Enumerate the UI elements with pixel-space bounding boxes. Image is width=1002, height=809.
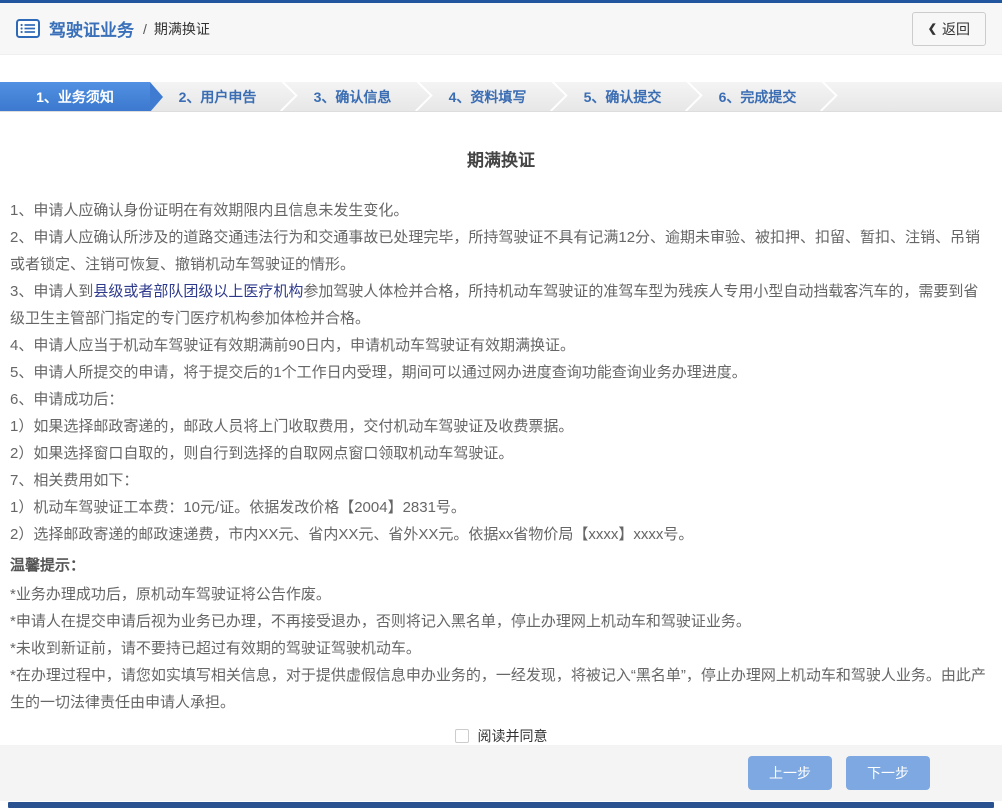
breadcrumb-separator: / — [143, 20, 147, 37]
step-tab-5[interactable]: 5、确认提交 — [555, 82, 690, 111]
notice-line: 2）如果选择窗口自取的，则自行到选择的自取网点窗口领取机动车驾驶证。 — [10, 445, 514, 462]
notice-line: 1、申请人应确认身份证明在有效期限内且信息未发生变化。 — [10, 202, 409, 219]
tip-line: *申请人在提交申请后视为业务已办理，不再接受退办，否则将记入黑名单，停止办理网上… — [10, 613, 751, 630]
step-tab-4[interactable]: 4、资料填写 — [420, 82, 555, 111]
prev-step-button[interactable]: 上一步 — [748, 756, 832, 790]
list-icon — [16, 19, 40, 38]
step-bar-filler — [825, 82, 1002, 111]
notice-paragraphs: 1、申请人应确认身份证明在有效期限内且信息未发生变化。 2、申请人应确认所涉及的道… — [10, 197, 992, 548]
agree-label: 阅读并同意 — [477, 728, 548, 744]
page-title: 期满换证 — [467, 151, 535, 170]
breadcrumb-page: 期满换证 — [153, 20, 210, 37]
footer-action-bar: 上一步 下一步 — [0, 745, 1002, 801]
bottom-accent-bar — [8, 802, 994, 808]
chevron-left-icon: ❮ — [927, 23, 937, 35]
medical-org-link[interactable]: 县级或者部队团级以上医疗机构 — [93, 283, 303, 300]
agreement-row: 阅读并同意 — [10, 726, 992, 746]
step-progress-bar: 1、业务须知 2、用户申告 3、确认信息 4、资料填写 5、确认提交 6、完成提交 — [0, 82, 1002, 112]
notice-line: 5、申请人所提交的申请，将于提交后的1个工作日内受理，期间可以通过网办进度查询功… — [10, 364, 747, 381]
notice-line: 1）如果选择邮政寄递的，邮政人员将上门收取费用，交付机动车驾驶证及收费票据。 — [10, 418, 574, 435]
next-step-button[interactable]: 下一步 — [846, 756, 930, 790]
step-tab-3[interactable]: 3、确认信息 — [285, 82, 420, 111]
tip-line: *在办理过程中，请您如实填写相关信息，对于提供虚假信息申办业务的，一经发现，将被… — [10, 667, 986, 711]
notice-line: 6、申请成功后： — [10, 391, 124, 408]
back-button[interactable]: ❮ 返回 — [911, 11, 986, 46]
notice-line: 2）选择邮政寄递的邮政速递费，市内XX元、省内XX元、省外XX元。依据xx省物价… — [10, 526, 694, 543]
back-button-label: 返回 — [942, 20, 970, 37]
step-tab-2[interactable]: 2、用户申告 — [150, 82, 285, 111]
step-tab-6[interactable]: 6、完成提交 — [690, 82, 825, 111]
tips-paragraphs: *业务办理成功后，原机动车驾驶证将公告作废。 *申请人在提交申请后视为业务已办理，… — [10, 581, 992, 716]
agree-checkbox[interactable] — [454, 729, 469, 743]
main-content: 期满换证 1、申请人应确认身份证明在有效期限内且信息未发生变化。 2、申请人应确认… — [0, 146, 1002, 746]
notice-text: 3、申请人到 — [10, 283, 94, 300]
breadcrumb-section: 驾驶证业务 — [49, 21, 134, 40]
notice-line: 7、相关费用如下： — [10, 472, 139, 489]
notice-line: 4、申请人应当于机动车驾驶证有效期满前90日内，申请机动车驾驶证有效期满换证。 — [10, 337, 576, 354]
tip-line: *未收到新证前，请不要持已超过有效期的驾驶证驾驶机动车。 — [10, 640, 421, 657]
header: 驾驶证业务 / 期满换证 ❮ 返回 — [0, 3, 1002, 55]
step-tab-1[interactable]: 1、业务须知 — [0, 82, 163, 111]
notice-line: 1）机动车驾驶证工本费：10元/证。依据发改价格【2004】2831号。 — [10, 499, 466, 516]
tips-heading: 温馨提示： — [10, 557, 86, 574]
notice-line: 2、申请人应确认所涉及的道路交通违法行为和交通事故已处理完毕，所持驾驶证不具有记… — [10, 229, 981, 273]
notice-line: 3、申请人到县级或者部队团级以上医疗机构参加驾驶人体检并合格，所持机动车驾驶证的… — [10, 278, 992, 332]
tip-line: *业务办理成功后，原机动车驾驶证将公告作废。 — [10, 586, 331, 603]
